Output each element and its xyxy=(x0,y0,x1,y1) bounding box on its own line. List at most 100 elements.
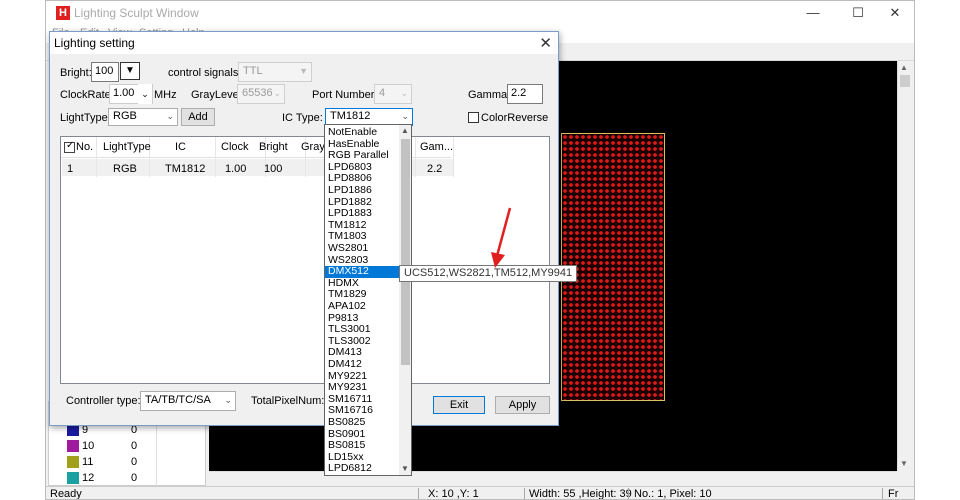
colorreverse-label: ColorReverse xyxy=(481,112,549,124)
status-extra: Fr xyxy=(888,488,899,500)
list-item[interactable]: 11 0 xyxy=(49,454,205,470)
lighttype-select[interactable]: RGB ⌄ xyxy=(108,108,178,126)
vertical-scrollbar[interactable]: ▲ ▼ xyxy=(897,61,912,471)
apply-button[interactable]: Apply xyxy=(495,396,550,414)
ic-option-dm412[interactable]: DM412 xyxy=(325,358,399,371)
column-divider xyxy=(96,137,97,177)
control-signals-select[interactable]: TTL ▼ xyxy=(238,62,312,82)
column-divider xyxy=(453,137,454,177)
list-item[interactable]: 12 0 xyxy=(49,470,205,486)
close-window-button[interactable]: ✕ xyxy=(878,3,912,23)
ic-option-bs0825[interactable]: BS0825 xyxy=(325,416,399,429)
table-cell-clock: 1.00 xyxy=(225,163,247,175)
dialog-close-button[interactable]: ✕ xyxy=(539,34,552,52)
list-item-value: 0 xyxy=(131,456,138,468)
dropdown-scrollbar[interactable]: ▲ ▼ xyxy=(399,125,411,475)
scroll-up-icon[interactable]: ▲ xyxy=(900,63,908,72)
select-all-checkbox[interactable]: ✓ xyxy=(64,140,75,153)
list-item-value: 0 xyxy=(131,472,138,484)
control-signals-value: TTL xyxy=(243,65,263,77)
clockrate-spinner[interactable]: ⌄ xyxy=(138,84,152,104)
add-button[interactable]: Add xyxy=(181,108,215,126)
status-divider xyxy=(628,488,629,499)
bright-label: Bright: xyxy=(60,67,92,79)
column-header-bright[interactable]: Bright xyxy=(259,141,288,153)
colorreverse-checkbox[interactable] xyxy=(468,112,479,123)
window-title: Lighting Sculpt Window xyxy=(74,6,199,20)
scroll-down-icon[interactable]: ▼ xyxy=(900,459,908,468)
column-divider xyxy=(415,137,416,177)
lighting-table[interactable]: ✓ No. LightType IC Clock Bright Gray Gam… xyxy=(60,136,550,384)
list-item-number: 11 xyxy=(82,456,94,468)
scroll-up-icon[interactable]: ▲ xyxy=(401,126,409,135)
status-bar: Ready X: 10 ,Y: 1 Width: 55 ,Height: 39 … xyxy=(46,486,914,500)
chevron-down-icon: ⌄ xyxy=(401,111,409,121)
ic-type-dropdown-list[interactable]: NotEnable HasEnable RGB Parallel LPD6803 LPD… xyxy=(324,124,412,476)
column-header-gamma[interactable]: Gam... xyxy=(420,141,453,153)
chevron-down-icon: ▼ xyxy=(299,66,308,76)
ic-option-ws2801[interactable]: WS2801 xyxy=(325,242,399,255)
chevron-down-icon: ⌄ xyxy=(166,111,174,121)
color-swatch xyxy=(67,440,79,452)
clockrate-label: ClockRate: xyxy=(60,89,114,101)
lighttype-label: LightType: xyxy=(60,112,111,124)
color-swatch xyxy=(67,472,79,484)
table-cell-no: 1 xyxy=(67,163,74,175)
table-cell-gamma: 2.2 xyxy=(427,163,443,175)
column-header-ic[interactable]: IC xyxy=(175,141,186,153)
total-pixel-label: TotalPixelNum: xyxy=(251,395,325,407)
exit-button[interactable]: Exit xyxy=(433,396,485,414)
title-bar: H Lighting Sculpt Window — ☐ ✕ xyxy=(46,1,914,25)
triangle-down-icon: ▼ xyxy=(125,65,135,76)
column-header-no[interactable]: No. xyxy=(76,141,93,153)
chevron-down-icon: ⌄ xyxy=(224,395,232,405)
bright-dropdown-button[interactable]: ▼ xyxy=(120,62,140,80)
horizontal-scrollbar[interactable] xyxy=(209,471,897,486)
table-cell-bright: 100 xyxy=(264,163,283,175)
controller-type-select[interactable]: TA/TB/TC/SA ⌄ xyxy=(140,391,236,411)
ic-option-apa102[interactable]: APA102 xyxy=(325,300,399,313)
gamma-input[interactable]: 2.2 xyxy=(507,84,543,104)
color-swatch xyxy=(67,456,79,468)
checkmark-icon: ✓ xyxy=(66,140,75,151)
lighttype-value: RGB xyxy=(113,110,137,122)
list-item[interactable]: 10 0 xyxy=(49,438,205,454)
ic-tooltip: UCS512,WS2821,TM512,MY9941 xyxy=(399,265,578,282)
status-ready: Ready xyxy=(50,488,82,500)
controller-type-label: Controller type: xyxy=(66,395,141,407)
column-header-clock[interactable]: Clock xyxy=(221,141,249,153)
column-header-gray[interactable]: Gray xyxy=(301,141,325,153)
list-item-number: 10 xyxy=(82,440,95,452)
control-signals-label: control signals: xyxy=(168,67,242,79)
chevron-down-icon: ⌄ xyxy=(400,88,408,98)
list-item-number: 12 xyxy=(82,472,95,484)
ictype-label: IC Type: xyxy=(282,112,323,124)
ic-option-lpd6812[interactable]: LPD6812 xyxy=(325,463,399,475)
dropdown-scroll-thumb[interactable] xyxy=(401,139,410,365)
column-header-lighttype[interactable]: LightType xyxy=(103,141,151,153)
port-number-label: Port Number: xyxy=(312,89,378,101)
dialog-title: Lighting setting xyxy=(54,36,135,50)
port-number-select[interactable]: 4 ⌄ xyxy=(374,84,412,104)
app-logo-icon: H xyxy=(56,6,70,20)
status-divider xyxy=(882,488,883,499)
status-coords: X: 10 ,Y: 1 xyxy=(428,488,479,500)
graylevel-select[interactable]: 65536 ⌄ xyxy=(237,84,285,104)
minimize-button[interactable]: — xyxy=(796,3,830,23)
scroll-thumb[interactable] xyxy=(900,75,910,87)
lighting-setting-dialog: Lighting setting ✕ Bright: 100 ▼ control… xyxy=(49,31,559,426)
controller-type-value: TA/TB/TC/SA xyxy=(145,394,211,406)
graylevel-value: 65536 xyxy=(242,87,273,99)
ic-option-lpd1886[interactable]: LPD1886 xyxy=(325,184,399,197)
status-size: Width: 55 ,Height: 39 xyxy=(529,488,632,500)
ic-option-notenable[interactable]: NotEnable xyxy=(325,126,399,139)
status-divider xyxy=(418,488,419,499)
ictype-value: TM1812 xyxy=(330,110,371,122)
scroll-down-icon[interactable]: ▼ xyxy=(401,464,409,473)
bright-input[interactable]: 100 xyxy=(91,62,119,82)
port-number-value: 4 xyxy=(379,87,386,99)
list-item-value: 0 xyxy=(131,440,138,452)
maximize-button[interactable]: ☐ xyxy=(841,3,875,23)
clockrate-unit: MHz xyxy=(154,89,177,101)
column-divider xyxy=(215,137,216,177)
